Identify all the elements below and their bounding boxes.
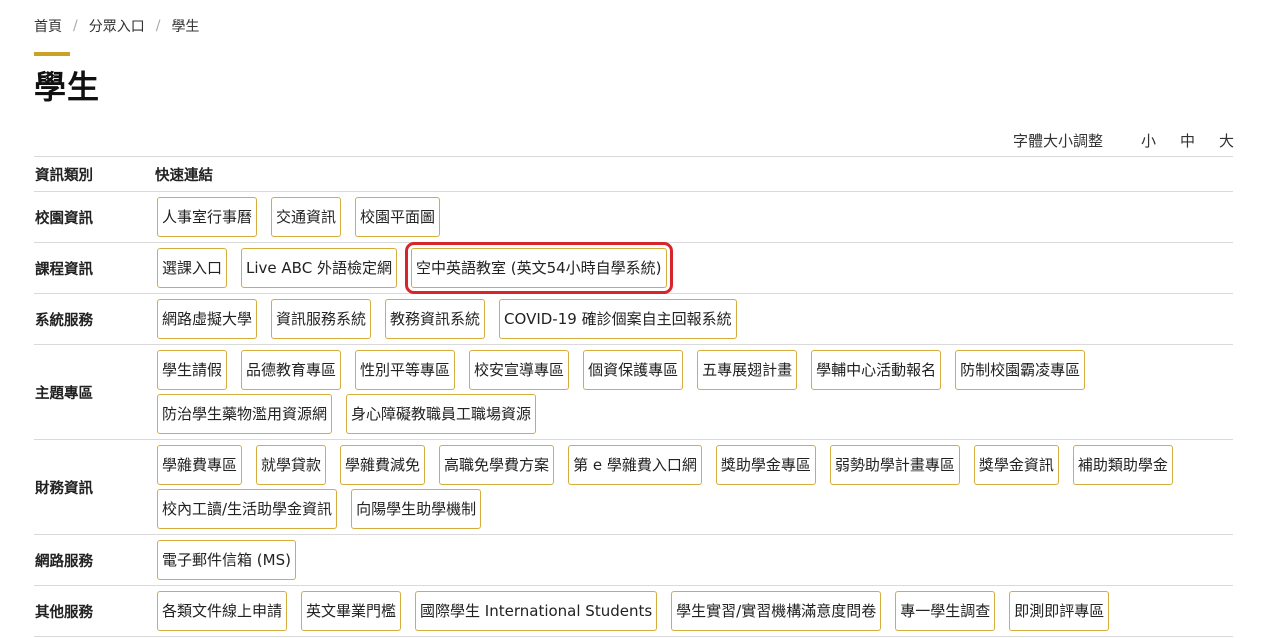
quick-link-button[interactable]: 人事室行事曆 [157,197,258,237]
table-row: 網路服務 電子郵件信箱 (MS) [34,535,1233,586]
quick-link-button[interactable]: 校內工讀/生活助學金資訊 [157,489,338,529]
font-size-control: 字體大小調整 小 中 大 [1013,130,1234,151]
quick-link-button[interactable]: 即測即評專區 [1009,591,1110,631]
quick-link-button[interactable]: 向陽學生助學機制 [351,489,482,529]
row-links: 人事室行事曆 交通資訊 校園平面圖 [155,195,1233,239]
font-size-large-button[interactable]: 大 [1219,130,1234,151]
row-links: 電子郵件信箱 (MS) [155,538,1233,582]
breadcrumb-audience[interactable]: 分眾入口 [89,16,145,36]
quick-link-button[interactable]: 五專展翅計畫 [697,350,798,390]
breadcrumb-home[interactable]: 首頁 [34,16,62,36]
quick-link-button[interactable]: 補助類助學金 [1072,445,1173,485]
table-header-row: 資訊類別 快速連結 [34,157,1233,192]
breadcrumb: 首頁 / 分眾入口 / 學生 [34,16,199,36]
row-category: 財務資訊 [35,480,93,497]
row-links: 學生請假 品德教育專區 性別平等專區 校安宣導專區 個資保護專區 五專展翅計畫 學輔中心活動… [155,348,1233,436]
quick-link-button[interactable]: 第 e 學雜費入口網 [568,445,702,485]
row-links: 網路虛擬大學 資訊服務系統 教務資訊系統 COVID-19 確診個案自主回報系統 [155,297,1233,341]
quick-link-button[interactable]: 學雜費專區 [157,445,243,485]
quick-link-button[interactable]: 品德教育專區 [241,350,342,390]
row-category: 主題專區 [35,385,93,402]
row-links: 選課入口 Live ABC 外語檢定網 空中英語教室 (英文54小時自學系統) [155,242,1233,294]
table-row: 其他服務 各類文件線上申請 英文畢業門檻 國際學生 International Stu… [34,586,1233,637]
font-size-label: 字體大小調整 [1012,132,1103,150]
quick-link-button[interactable]: 就學貸款 [256,445,327,485]
title-accent-bar [34,52,70,56]
page-title: 學生 [34,68,101,106]
quick-link-button[interactable]: 網路虛擬大學 [157,299,258,339]
quick-link-button[interactable]: 身心障礙教職員工職場資源 [346,394,537,434]
quick-link-button[interactable]: 電子郵件信箱 (MS) [157,540,296,580]
row-category: 系統服務 [35,312,93,329]
row-links: 學雜費專區 就學貸款 學雜費減免 高職免學費方案第 e 學雜費入口網 獎助學金專區 弱勢助… [155,443,1233,531]
links-table: 資訊類別 快速連結 校園資訊 人事室行事曆 交通資訊 校園平面圖課程資訊 選課入口 Liv… [34,156,1233,637]
table-row: 財務資訊 學雜費專區 就學貸款 學雜費減免 高職免學費方案第 e 學雜費入口網 獎助學金專… [34,440,1233,535]
quick-link-button[interactable]: 防制校園霸凌專區 [955,350,1086,390]
quick-link-button[interactable]: 國際學生 International Students [415,591,658,631]
quick-link-button[interactable]: 學雜費減免 [340,445,426,485]
quick-link-button[interactable]: 校安宣導專區 [469,350,570,390]
table-row: 校園資訊 人事室行事曆 交通資訊 校園平面圖 [34,192,1233,243]
quick-link-button[interactable]: 個資保護專區 [583,350,684,390]
quick-link-button[interactable]: 空中英語教室 (英文54小時自學系統) [404,242,673,294]
quick-link-button[interactable]: 獎助學金專區 [715,445,816,485]
breadcrumb-separator: / [155,18,161,34]
quick-link-button[interactable]: 交通資訊 [271,197,342,237]
header-links: 快速連結 [155,167,213,184]
quick-link-button[interactable]: 防治學生藥物濫用資源網 [157,394,333,434]
quick-link-button[interactable]: 學生實習/實習機構滿意度問卷 [671,591,882,631]
quick-link-button[interactable]: 學輔中心活動報名 [811,350,942,390]
breadcrumb-current: 學生 [171,19,200,35]
quick-link-button[interactable]: 性別平等專區 [355,350,456,390]
quick-link-button[interactable]: 選課入口 [157,248,228,288]
quick-link-button[interactable]: 各類文件線上申請 [157,591,288,631]
quick-link-button[interactable]: 高職免學費方案 [439,445,555,485]
row-category: 課程資訊 [35,261,93,278]
row-category: 網路服務 [35,553,93,570]
quick-link-button[interactable]: 獎學金資訊 [973,445,1059,485]
row-category: 校園資訊 [35,210,93,227]
header-category: 資訊類別 [35,167,93,184]
font-size-medium-button[interactable]: 中 [1180,130,1195,151]
row-category: 其他服務 [35,604,93,621]
breadcrumb-separator: / [73,18,78,34]
quick-link-button[interactable]: 校園平面圖 [355,197,441,237]
font-size-small-button[interactable]: 小 [1141,130,1156,151]
quick-link-button[interactable]: Live ABC 外語檢定網 [241,248,397,288]
table-row: 主題專區 學生請假 品德教育專區 性別平等專區 校安宣導專區 個資保護專區 五專展翅計畫 學輔… [34,345,1233,440]
quick-link-button[interactable]: 專一學生調查 [895,591,996,631]
quick-link-button[interactable]: 弱勢助學計畫專區 [829,445,960,485]
table-row: 系統服務 網路虛擬大學 資訊服務系統 教務資訊系統 COVID-19 確診個案自主回報系… [34,294,1233,345]
quick-link-button[interactable]: 資訊服務系統 [271,299,372,339]
row-links: 各類文件線上申請 英文畢業門檻 國際學生 International Student… [155,589,1233,633]
quick-link-button[interactable]: 英文畢業門檻 [301,591,402,631]
quick-link-button[interactable]: COVID-19 確診個案自主回報系統 [499,299,737,339]
quick-link-button[interactable]: 學生請假 [157,350,228,390]
quick-link-button[interactable]: 教務資訊系統 [385,299,486,339]
table-row: 課程資訊 選課入口 Live ABC 外語檢定網 空中英語教室 (英文54小時自學系統… [34,242,1233,294]
